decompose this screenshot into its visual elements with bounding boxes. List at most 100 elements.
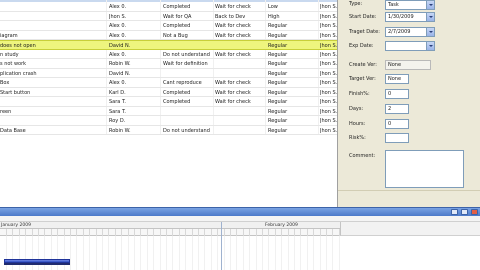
priority-cell: Regular xyxy=(268,61,288,67)
day-gridline xyxy=(217,236,219,270)
day-tick xyxy=(6,229,7,236)
state-cell: Wait for check xyxy=(215,51,251,58)
day-tick xyxy=(25,229,27,236)
dock-icon[interactable] xyxy=(461,209,468,215)
day-tick xyxy=(166,229,167,236)
assigned-to-cell: Robin W. xyxy=(109,127,131,134)
hours-input[interactable]: 0 xyxy=(385,119,409,129)
assigned-to-cell: Alex 0. xyxy=(109,51,127,58)
status-cell: Wait for QA xyxy=(163,13,192,20)
priority-cell: Regular xyxy=(268,118,288,124)
day-tick xyxy=(326,229,327,236)
gantt-chart-pane: January 2009 February 2009 xyxy=(0,207,480,270)
day-gridline xyxy=(274,236,276,270)
exp-date-picker[interactable] xyxy=(385,41,435,51)
start-date-value: 1/30/2009 xyxy=(388,14,414,20)
gantt-day-header xyxy=(0,229,340,236)
table-row[interactable]: reen Sara T. Regular Jhon S. xyxy=(0,107,337,116)
table-row[interactable]: iagram Alex 0. Not a Bug Wait for check Regu… xyxy=(0,31,337,40)
close-icon[interactable] xyxy=(471,209,478,215)
month-label-february: February 2009 xyxy=(265,223,298,228)
day-tick xyxy=(127,229,129,236)
day-gridline xyxy=(172,236,174,270)
target-date-picker[interactable]: 2/7/2009 xyxy=(385,27,435,37)
table-row[interactable]: Box Alex 0. Cant reproduce Wait for check Re… xyxy=(0,78,337,88)
table-row[interactable]: s not work Robin W. Wait for definition Reg… xyxy=(0,59,337,69)
owner-cell: Jhon S. xyxy=(320,43,337,49)
day-tick xyxy=(332,229,334,236)
days-input[interactable]: 2 xyxy=(385,104,409,114)
day-gridline xyxy=(294,236,295,270)
finish-input[interactable]: 0 xyxy=(385,89,409,99)
day-tick xyxy=(121,229,123,236)
day-gridline xyxy=(242,236,244,270)
table-row[interactable]: Roy D. Regular Jhon S. xyxy=(0,116,337,126)
day-tick xyxy=(210,229,212,236)
pin-icon[interactable] xyxy=(451,209,458,215)
chevron-down-icon[interactable] xyxy=(426,1,434,9)
day-tick xyxy=(57,229,59,236)
comment-textarea[interactable] xyxy=(385,150,464,188)
day-gridline xyxy=(332,236,334,270)
table-row[interactable]: plication crash David N. Regular Jhon S. xyxy=(0,69,337,78)
day-gridline xyxy=(210,236,212,270)
target-ver-field[interactable]: None xyxy=(385,74,409,84)
table-row[interactable]: n study Alex 0. Do not understand Wait for … xyxy=(0,50,337,59)
assigned-to-cell: Sara T. xyxy=(109,99,126,105)
day-tick xyxy=(140,229,142,236)
status-cell: Completed xyxy=(163,89,191,96)
priority-cell: Regular xyxy=(268,89,288,96)
priority-cell: Regular xyxy=(268,80,288,86)
owner-cell: Jhon S. xyxy=(320,89,337,96)
priority-cell: High xyxy=(268,13,280,20)
type-value: Task xyxy=(388,2,399,8)
status-cell: Completed xyxy=(163,23,191,29)
status-cell: Not a Bug xyxy=(163,32,188,39)
day-gridline xyxy=(127,236,129,270)
day-tick xyxy=(31,229,33,236)
type-dropdown[interactable]: Task xyxy=(385,0,435,10)
day-tick xyxy=(255,229,257,236)
table-row[interactable]: Sara T. Completed Wait for check Regular Jho… xyxy=(0,97,337,107)
create-ver-field[interactable]: None xyxy=(385,60,431,70)
table-row[interactable]: Alex 0. Completed Wait for check Low Jhon S. xyxy=(0,2,337,12)
day-tick xyxy=(89,229,91,236)
assigned-to-cell: David N. xyxy=(109,43,131,49)
start-date-picker[interactable]: 1/30/2009 xyxy=(385,12,435,22)
month-label-january: January 2009 xyxy=(1,223,31,228)
chevron-down-icon[interactable] xyxy=(426,13,434,21)
owner-cell: Jhon S. xyxy=(320,118,337,124)
owner-cell: Jhon S. xyxy=(320,13,337,20)
table-row[interactable]: Data Base Robin W. Do not understand Regula… xyxy=(0,126,337,135)
assigned-to-cell: Alex 0. xyxy=(109,4,127,10)
day-tick xyxy=(198,229,199,236)
status-cell: Completed xyxy=(163,4,191,10)
risk-input[interactable] xyxy=(385,133,409,143)
risk-label: Risk%: xyxy=(349,135,366,141)
chevron-down-icon[interactable] xyxy=(426,28,434,36)
table-row-selected[interactable]: does not open David N. Regular Jhon S. xyxy=(0,40,337,50)
table-row[interactable]: Jhon S. Wait for QA Back to Dev High Jhon S. xyxy=(0,12,337,21)
assigned-to-cell: David N. xyxy=(109,70,131,77)
day-gridline xyxy=(82,236,84,270)
chevron-down-icon[interactable] xyxy=(426,42,434,50)
day-gridline xyxy=(178,236,180,270)
table-row[interactable]: Alex 0. Completed Wait for check Regular Jho… xyxy=(0,21,337,31)
tasks-grid[interactable]: Alex 0. Completed Wait for check Low Jhon S.… xyxy=(0,0,337,207)
comment-label: Comment: xyxy=(349,153,376,159)
day-gridline xyxy=(287,236,289,270)
table-row[interactable]: Start button Karl D. Completed Wait for che… xyxy=(0,88,337,97)
task-title-cell: s not work xyxy=(0,61,27,67)
assigned-to-cell: Karl D. xyxy=(109,89,126,96)
day-tick xyxy=(178,229,180,236)
day-gridline xyxy=(159,236,161,270)
day-tick xyxy=(204,229,206,236)
day-gridline xyxy=(313,236,315,270)
owner-cell: Jhon S. xyxy=(320,4,337,10)
state-cell: Back to Dev xyxy=(215,13,246,20)
priority-cell: Regular xyxy=(268,43,288,49)
day-tick xyxy=(274,229,276,236)
state-cell: Wait for check xyxy=(215,4,251,10)
create-ver-label: Create Ver: xyxy=(349,62,377,68)
day-gridline xyxy=(108,236,110,270)
